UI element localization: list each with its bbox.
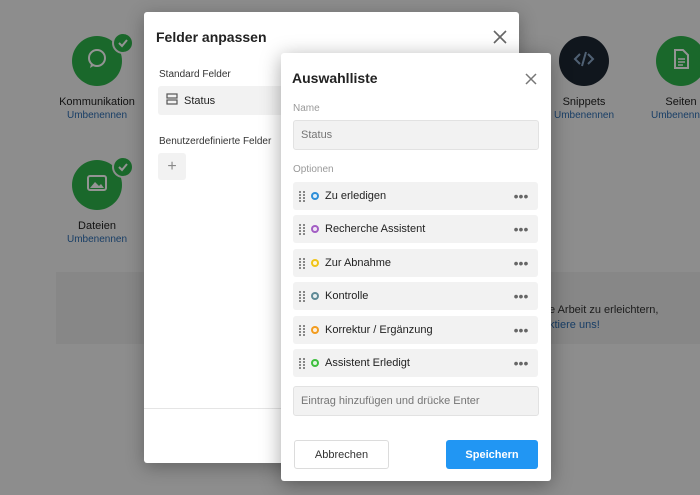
name-label: Name bbox=[293, 103, 320, 114]
field-label: Status bbox=[184, 94, 216, 107]
option-row[interactable]: Assistent Erledigt ••• bbox=[293, 349, 538, 377]
drag-handle-icon[interactable] bbox=[299, 324, 305, 336]
option-label[interactable]: Zur Abnahme bbox=[325, 257, 510, 269]
option-label[interactable]: Korrektur / Ergänzung bbox=[325, 324, 510, 336]
option-row[interactable]: Korrektur / Ergänzung ••• bbox=[293, 316, 538, 344]
drag-handle-icon[interactable] bbox=[299, 223, 305, 235]
color-dot-icon[interactable] bbox=[311, 359, 319, 367]
more-options-icon[interactable]: ••• bbox=[510, 356, 532, 370]
close-icon[interactable] bbox=[525, 72, 537, 85]
option-label[interactable]: Recherche Assistent bbox=[325, 223, 510, 235]
option-label[interactable]: Assistent Erledigt bbox=[325, 357, 510, 369]
color-dot-icon[interactable] bbox=[311, 225, 319, 233]
name-input[interactable] bbox=[293, 120, 539, 150]
drag-handle-icon[interactable] bbox=[299, 190, 305, 202]
drag-handle-icon[interactable] bbox=[299, 257, 305, 269]
options-label: Optionen bbox=[293, 164, 334, 175]
option-row[interactable]: Recherche Assistent ••• bbox=[293, 215, 538, 243]
option-row[interactable]: Kontrolle ••• bbox=[293, 282, 538, 310]
add-custom-field-button[interactable]: + bbox=[158, 153, 186, 180]
color-dot-icon[interactable] bbox=[311, 259, 319, 267]
drag-handle-icon[interactable] bbox=[299, 290, 305, 302]
close-icon[interactable] bbox=[493, 30, 507, 44]
standard-fields-label: Standard Felder bbox=[159, 69, 231, 80]
list-icon bbox=[166, 92, 178, 110]
choice-list-modal: Auswahlliste Name Optionen Zu erledigen … bbox=[281, 53, 551, 481]
standard-field-status[interactable]: Status bbox=[158, 86, 288, 115]
more-options-icon[interactable]: ••• bbox=[510, 256, 532, 270]
option-label[interactable]: Kontrolle bbox=[325, 290, 510, 302]
option-row[interactable]: Zu erledigen ••• bbox=[293, 182, 538, 210]
save-button[interactable]: Speichern bbox=[446, 440, 538, 469]
color-dot-icon[interactable] bbox=[311, 292, 319, 300]
add-option-input[interactable] bbox=[293, 386, 539, 416]
option-label[interactable]: Zu erledigen bbox=[325, 190, 510, 202]
more-options-icon[interactable]: ••• bbox=[510, 222, 532, 236]
modal-title: Felder anpassen bbox=[156, 29, 267, 45]
more-options-icon[interactable]: ••• bbox=[510, 189, 532, 203]
color-dot-icon[interactable] bbox=[311, 326, 319, 334]
more-options-icon[interactable]: ••• bbox=[510, 289, 532, 303]
modal-title: Auswahlliste bbox=[292, 70, 378, 86]
custom-fields-label: Benutzerdefinierte Felder bbox=[159, 136, 272, 147]
color-dot-icon[interactable] bbox=[311, 192, 319, 200]
drag-handle-icon[interactable] bbox=[299, 357, 305, 369]
cancel-button[interactable]: Abbrechen bbox=[294, 440, 389, 469]
more-options-icon[interactable]: ••• bbox=[510, 323, 532, 337]
option-row[interactable]: Zur Abnahme ••• bbox=[293, 249, 538, 277]
